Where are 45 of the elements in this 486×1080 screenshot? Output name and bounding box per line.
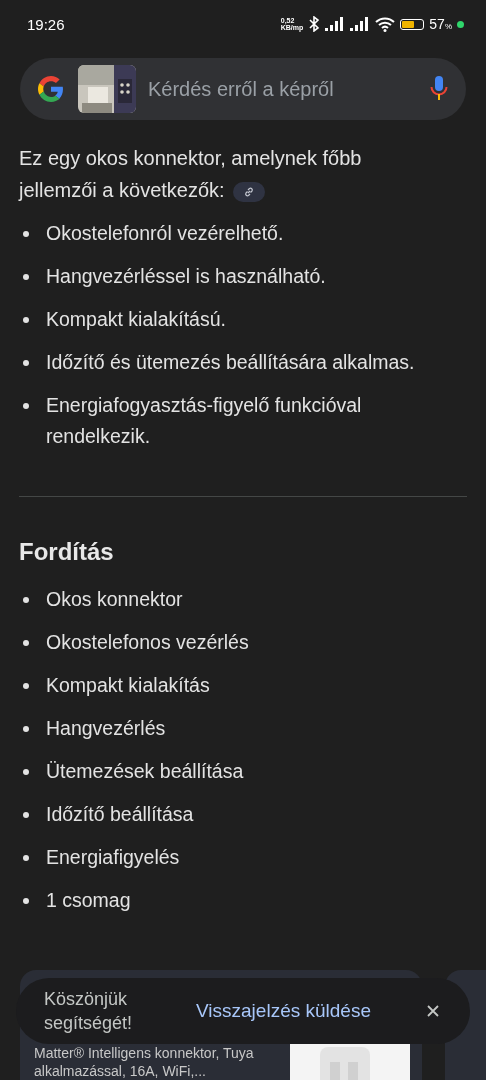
bullet-icon — [23, 317, 29, 323]
source-link-button[interactable] — [232, 181, 265, 202]
translation-item: Hangvezérlés — [46, 716, 166, 741]
translation-item: Időzítő beállítása — [46, 802, 194, 827]
signal-icon — [350, 17, 371, 31]
bullet-icon — [23, 898, 29, 904]
wifi-icon — [375, 16, 396, 32]
bullet-icon — [23, 360, 29, 366]
bullet-icon — [23, 640, 29, 646]
translation-item: Okos konnektor — [46, 587, 183, 612]
bullet-icon — [23, 403, 29, 409]
translation-item: 1 csomag — [46, 888, 131, 913]
bullet-icon — [23, 769, 29, 775]
signal-icon — [325, 17, 346, 31]
bullet-icon — [23, 231, 29, 237]
search-field[interactable]: Kérdés erről a képről — [148, 77, 418, 101]
feature-item: Időzítő és ütemezés beállítására alkalmas. — [46, 350, 415, 375]
battery-icon — [400, 18, 425, 30]
feature-item: Kompakt kialakítású. — [46, 307, 226, 332]
translation-item: Energiafigyelés — [46, 845, 180, 870]
battery-percent: 57% — [429, 16, 452, 32]
bullet-icon — [23, 812, 29, 818]
send-feedback-button[interactable]: Visszajelzés küldése — [196, 1000, 426, 1022]
feature-item: Okostelefonról vezérelhető. — [46, 221, 284, 246]
bullet-icon — [23, 274, 29, 280]
product-title: Matter® Intelligens konnektor, Tuya alkalmazással, 16A, WiFi,... — [34, 1044, 255, 1080]
feature-item: Energiafogyasztás-figyelő funkcióval rendelkezik. — [46, 393, 363, 449]
translation-item: Okostelefonos vezérlés — [46, 630, 249, 655]
bullet-icon — [23, 597, 29, 603]
bluetooth-icon — [308, 16, 321, 32]
translation-item: Kompakt kialakítás — [46, 673, 210, 698]
bullet-icon — [23, 726, 29, 732]
summary-paragraph: Ez egy okos konnektor, amelynek főbb jellemzői a következők: — [19, 146, 363, 204]
translation-item: Ütemezések beállítása — [46, 759, 244, 784]
microphone-icon[interactable] — [430, 76, 448, 102]
link-icon — [242, 185, 255, 198]
feature-item: Hangvezérléssel is használható. — [46, 264, 326, 289]
privacy-indicator-icon — [457, 20, 464, 28]
section-heading: Fordítás — [19, 537, 115, 567]
snackbar-message: Köszönjük segítségét! — [44, 988, 134, 1035]
close-icon[interactable] — [426, 1004, 440, 1018]
google-logo-icon — [38, 76, 64, 102]
bullet-icon — [23, 855, 29, 861]
clock: 19:26 — [27, 15, 65, 33]
bullet-icon — [23, 683, 29, 689]
